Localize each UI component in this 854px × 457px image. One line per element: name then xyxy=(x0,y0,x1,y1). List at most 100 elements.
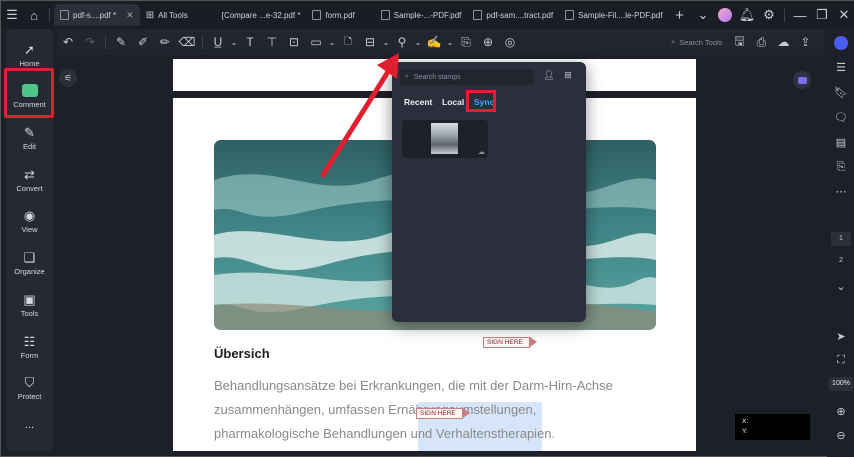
tab-doc-1[interactable]: pdf-s....pdf * ✕ xyxy=(54,4,140,26)
sidebar-item-label: Convert xyxy=(16,183,43,193)
comment-toolbar: ↶ ↷ ✎ ✐ ✏ ⌫ U̲ ⌄ T ⊤ ⊡ ▭ ⌄ 🗅 ⊟ ⌄ ⚲ ⌄ ✍ ⌄… xyxy=(57,29,824,55)
page-number-current[interactable]: 1 xyxy=(831,232,851,246)
zoom-out-icon[interactable]: ⊖ xyxy=(831,425,851,445)
search-tools-label: Search Tools xyxy=(679,37,723,47)
eye-icon[interactable]: ◎ xyxy=(499,31,521,53)
chevron-down-icon[interactable]: ⌄ xyxy=(413,31,423,53)
tab-doc-6[interactable]: pdf-sam....tract.pdf xyxy=(467,4,559,26)
tab-doc-5[interactable]: Sample-...-PDF.pdf xyxy=(375,4,468,26)
stamp-tab-local[interactable]: Local xyxy=(442,97,464,107)
pencil-icon[interactable]: ✏ xyxy=(154,31,176,53)
tab-bar: ☰ ⌂ pdf-s....pdf * ✕ ⊞ All Tools [Compar… xyxy=(1,1,854,29)
divider xyxy=(784,8,785,22)
minimize-icon[interactable]: — xyxy=(789,4,811,26)
eye-icon: ◉ xyxy=(23,207,36,223)
sign-here-stamp[interactable]: SIGN HERE xyxy=(416,408,463,419)
chevron-down-icon[interactable]: ⌄ xyxy=(445,31,455,53)
bookmark-icon[interactable]: 🔖︎ xyxy=(831,82,851,102)
cloud-upload-icon[interactable]: ☁ xyxy=(772,31,794,53)
redo-icon[interactable]: ↷ xyxy=(79,31,101,53)
attachment-icon[interactable]: ⎘ xyxy=(455,31,477,53)
bell-icon[interactable]: 🔔︎ xyxy=(736,4,758,26)
grid-icon[interactable]: ⊞ xyxy=(561,70,575,84)
tab-label: [Compare ...e-32.pdf * xyxy=(221,10,301,20)
screenshot-icon[interactable]: ⛶ xyxy=(831,350,851,370)
avatar[interactable] xyxy=(714,4,736,26)
print-icon[interactable]: ⎙ xyxy=(750,31,772,53)
sidebar-item-label: Edit xyxy=(23,141,36,151)
signature-icon[interactable]: ✍ xyxy=(423,31,445,53)
sign-here-label: SIGN HERE xyxy=(420,410,456,417)
sidebar-item-edit[interactable]: ✎ Edit xyxy=(6,118,53,158)
tab-all-tools[interactable]: ⊞ All Tools xyxy=(140,4,194,26)
chevron-down-icon[interactable]: ⌄ xyxy=(692,4,714,26)
attachments-icon[interactable]: ⎘ xyxy=(831,157,851,177)
edit-icon: ✎ xyxy=(24,124,35,140)
stamp-popup: ⌕ Search stamps 👤︎ ⊞ Recent Local Sync ☁ xyxy=(392,62,586,322)
sign-here-stamp[interactable]: SIGN HERE xyxy=(483,337,530,348)
tab-doc-3[interactable]: [Compare ...e-32.pdf * xyxy=(216,4,307,26)
stamp-item[interactable]: ☁ xyxy=(402,120,488,158)
gear-icon[interactable]: ⚙ xyxy=(758,4,780,26)
filter-settings-icon[interactable]: ⚟ xyxy=(59,69,77,87)
chevron-down-icon[interactable]: ⌄ xyxy=(229,31,239,53)
select-cursor-icon[interactable]: ➤ xyxy=(831,326,851,346)
textbox-icon[interactable]: ⊤ xyxy=(261,31,283,53)
search-tools[interactable]: ⌕ Search Tools xyxy=(671,37,722,47)
search-icon: ⌕ xyxy=(671,37,676,46)
properties-icon[interactable]: ☰ xyxy=(831,57,851,77)
sidebar-item-tools[interactable]: ▣ Tools xyxy=(6,285,53,325)
cloud-icon: ☁ xyxy=(478,149,485,156)
sidebar-item-label: Tools xyxy=(20,308,39,318)
new-tab-icon[interactable]: + xyxy=(669,4,691,26)
callout-icon[interactable]: ⊡ xyxy=(283,31,305,53)
save-icon[interactable]: 🖫 xyxy=(728,31,750,53)
paragraph-line: Behandlungsansätze bei Erkrankungen, die… xyxy=(214,378,613,393)
sidebar-more-button[interactable]: ... xyxy=(6,417,53,433)
tab-doc-7[interactable]: Sample-Fil....le-PDF.pdf xyxy=(559,4,668,26)
area-highlight-icon[interactable]: ✐ xyxy=(132,31,154,53)
ai-icon[interactable] xyxy=(831,33,851,53)
zoom-in-icon[interactable]: ⊕ xyxy=(831,401,851,421)
toolbox-icon: ▣ xyxy=(23,291,36,307)
tab-label: pdf-s....pdf * xyxy=(73,10,117,20)
close-tab-icon[interactable]: ✕ xyxy=(126,10,134,21)
undo-icon[interactable]: ↶ xyxy=(57,31,79,53)
divider xyxy=(49,8,50,22)
sidebar-item-form[interactable]: ☷ Form xyxy=(6,327,53,367)
rocket-icon: ➚ xyxy=(24,41,35,57)
text-icon[interactable]: T xyxy=(239,31,261,53)
tab-doc-4[interactable]: form.pdf xyxy=(306,4,360,26)
sidebar-item-organize[interactable]: ❏ Organize xyxy=(6,243,53,283)
ai-assistant-button[interactable] xyxy=(793,71,811,89)
eraser-icon[interactable]: ⌫ xyxy=(176,31,198,53)
comment-highlight-box xyxy=(4,68,54,118)
right-rail: ☰ 🔖︎ 🗨︎ ▤ ⎘ ⋯ 1 2 ⌄ ➤ ⛶ 100% ⊕ ⊖ xyxy=(827,29,854,457)
home-icon[interactable]: ⌂ xyxy=(23,4,45,26)
sidebar-item-view[interactable]: ◉ View xyxy=(6,201,53,241)
page-number[interactable]: 2 xyxy=(831,257,851,264)
comments-panel-icon[interactable]: 🗨︎ xyxy=(831,107,851,127)
tab-label: Sample-Fil....le-PDF.pdf xyxy=(578,10,663,20)
more-icon[interactable]: ⋯ xyxy=(831,181,851,201)
share-icon[interactable]: ⇪ xyxy=(794,31,816,53)
thumbnails-icon[interactable]: ▤ xyxy=(831,132,851,152)
document-icon xyxy=(473,10,483,20)
add-link-icon[interactable]: ⊕ xyxy=(477,31,499,53)
highlighter-icon[interactable]: ✎ xyxy=(110,31,132,53)
stamp-search-input[interactable]: ⌕ Search stamps xyxy=(400,69,534,85)
restore-icon[interactable]: ❐ xyxy=(811,4,833,26)
document-icon xyxy=(60,10,69,20)
underline-icon[interactable]: U̲ xyxy=(207,31,229,53)
sidebar-item-protect[interactable]: ⛉ Protect xyxy=(6,368,53,408)
stamp-search-placeholder: Search stamps xyxy=(413,73,461,81)
sidebar-item-convert[interactable]: ⇄ Convert xyxy=(6,160,53,200)
menu-icon[interactable]: ☰ xyxy=(1,4,23,26)
divider xyxy=(105,35,106,49)
app-window: ☰ ⌂ pdf-s....pdf * ✕ ⊞ All Tools [Compar… xyxy=(0,0,854,457)
close-window-icon[interactable]: ✕ xyxy=(833,4,854,26)
chevron-down-icon[interactable]: ⌄ xyxy=(831,276,851,296)
user-icon[interactable]: 👤︎ xyxy=(542,70,556,84)
zoom-level[interactable]: 100% xyxy=(829,377,853,391)
section-heading: Übersich xyxy=(214,346,270,361)
